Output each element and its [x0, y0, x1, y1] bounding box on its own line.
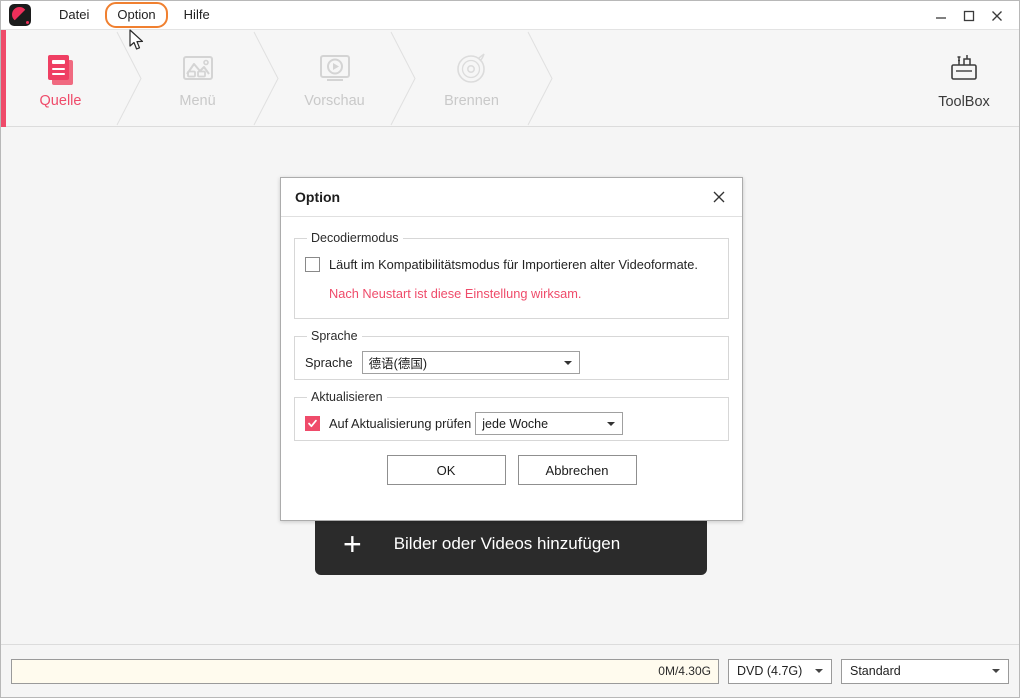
- step-toolbar: Quelle Menü Vorschau Brennen ToolBox: [1, 30, 1019, 127]
- language-field-label: Sprache: [305, 355, 353, 370]
- step-tab-quelle[interactable]: Quelle: [6, 30, 115, 127]
- add-media-button[interactable]: + Bilder oder Videos hinzufügen: [315, 513, 707, 575]
- step-label-brennen: Brennen: [444, 92, 499, 109]
- step-tab-vorschau[interactable]: Vorschau: [280, 30, 389, 127]
- decoder-mode-group: Decodiermodus Läuft im Kompatibilitätsmo…: [294, 231, 729, 319]
- step-divider-1: [115, 30, 143, 127]
- dialog-title-label: Option: [295, 189, 341, 205]
- compatibility-mode-row[interactable]: Läuft im Kompatibilitätsmodus für Import…: [305, 257, 718, 272]
- toolbox-label: ToolBox: [938, 93, 990, 110]
- menubar: Datei Option Hilfe: [47, 2, 222, 28]
- disc-app-icon: [9, 4, 31, 26]
- close-icon[interactable]: [983, 1, 1011, 30]
- decoder-mode-legend: Decodiermodus: [311, 231, 399, 245]
- restart-hint-text: Nach Neustart ist diese Einstellung wirk…: [329, 286, 582, 301]
- chevron-down-icon: [563, 360, 572, 365]
- step-label-quelle: Quelle: [39, 92, 82, 109]
- disc-burn-icon: [453, 49, 491, 87]
- dialog-titlebar: Option: [281, 178, 742, 217]
- update-frequency-value: jede Woche: [482, 416, 549, 431]
- update-field-row: Auf Aktualisierung prüfen jede Woche: [305, 412, 718, 435]
- disc-type-select[interactable]: DVD (4.7G): [728, 658, 832, 684]
- step-divider-2: [252, 30, 280, 127]
- language-select-value: 德语(德国): [368, 357, 427, 371]
- update-legend: Aktualisieren: [311, 390, 383, 404]
- toolbox-button[interactable]: ToolBox: [925, 30, 1003, 127]
- dialog-body: Decodiermodus Läuft im Kompatibilitätsmo…: [281, 217, 742, 485]
- image-picture-icon: [179, 49, 217, 87]
- language-field-row: Sprache 德语(德国): [305, 351, 718, 374]
- step-tab-brennen[interactable]: Brennen: [417, 30, 526, 127]
- quality-value: Standard: [850, 664, 901, 678]
- update-group: Aktualisieren Auf Aktualisierung prüfen …: [294, 390, 729, 441]
- chevron-down-icon: [992, 669, 1000, 673]
- step-divider-4: [526, 30, 554, 127]
- compatibility-mode-checkbox[interactable]: [305, 257, 320, 272]
- window-controls: [927, 1, 1019, 30]
- maximize-icon[interactable]: [955, 1, 983, 30]
- step-list: Quelle Menü Vorschau Brennen: [6, 30, 554, 127]
- step-label-vorschau: Vorschau: [304, 92, 365, 109]
- add-media-label: Bilder oder Videos hinzufügen: [393, 534, 621, 553]
- play-monitor-icon: [316, 49, 354, 87]
- chevron-down-icon: [815, 669, 823, 673]
- dialog-close-icon[interactable]: [708, 186, 730, 208]
- step-label-menu: Menü: [179, 92, 216, 109]
- language-legend: Sprache: [311, 329, 358, 343]
- document-pages-icon: [42, 49, 80, 87]
- toolbox-icon: [945, 48, 983, 86]
- ok-button[interactable]: OK: [386, 455, 506, 485]
- titlebar: Datei Option Hilfe: [1, 1, 1019, 30]
- language-select[interactable]: 德语(德国): [361, 351, 580, 374]
- cancel-button[interactable]: Abbrechen: [517, 455, 637, 485]
- disc-type-value: DVD (4.7G): [737, 664, 803, 678]
- capacity-label: 0M/4.30G: [658, 664, 711, 678]
- compatibility-mode-label: Läuft im Kompatibilitätsmodus für Import…: [329, 257, 698, 272]
- capacity-progress-bar: 0M/4.30G: [11, 658, 719, 684]
- quality-select[interactable]: Standard: [841, 658, 1009, 684]
- menu-item-datei[interactable]: Datei: [47, 2, 101, 28]
- option-dialog: Option Decodiermodus Läuft im Kompatibil…: [280, 177, 743, 521]
- check-updates-checkbox[interactable]: [305, 416, 320, 431]
- minimize-icon[interactable]: [927, 1, 955, 30]
- menu-item-option[interactable]: Option: [105, 2, 168, 28]
- language-group: Sprache Sprache 德语(德国): [294, 329, 729, 380]
- plus-icon: +: [343, 526, 362, 562]
- update-frequency-select[interactable]: jede Woche: [475, 412, 624, 435]
- step-tab-menu[interactable]: Menü: [143, 30, 252, 127]
- chevron-down-icon: [607, 421, 616, 426]
- disc-dot: [26, 21, 29, 24]
- check-updates-label: Auf Aktualisierung prüfen: [329, 416, 472, 431]
- status-bar: 0M/4.30G DVD (4.7G) Standard: [1, 645, 1019, 697]
- dialog-button-bar: OK Abbrechen: [294, 455, 729, 485]
- application-window: Datei Option Hilfe Quelle Menü Vorschau …: [0, 0, 1020, 698]
- step-divider-3: [389, 30, 417, 127]
- menu-item-hilfe[interactable]: Hilfe: [172, 2, 222, 28]
